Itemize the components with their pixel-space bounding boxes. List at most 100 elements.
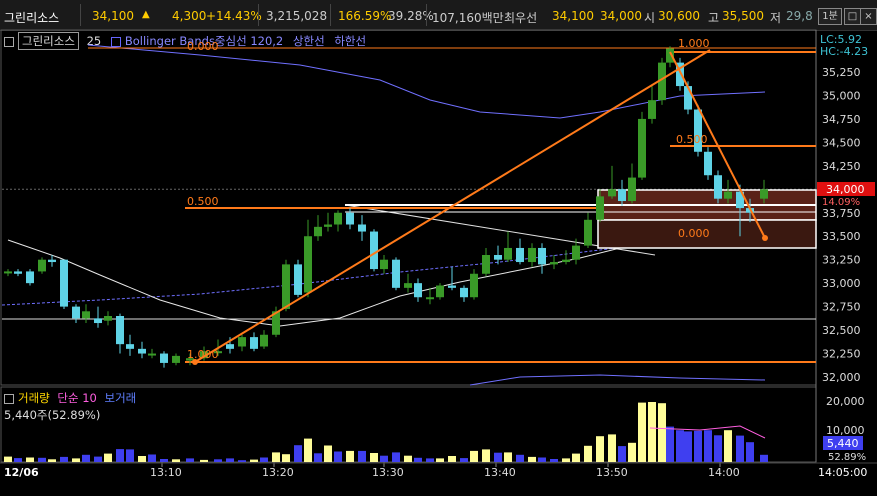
volume-bar xyxy=(470,450,478,462)
volume-bar xyxy=(148,454,156,462)
candle xyxy=(504,247,512,260)
price-tick: 33,250 xyxy=(822,254,861,267)
volume-tick: 10,000 xyxy=(826,424,865,437)
time-axis: 12/06 13:10 13:20 13:30 13:40 13:50 14:00 14:05… xyxy=(0,462,877,479)
volume-bar xyxy=(676,430,684,462)
volume-bar xyxy=(334,451,342,462)
volume-bar xyxy=(82,454,90,462)
time-label: 13:10 xyxy=(150,466,182,479)
volume-bar xyxy=(694,430,702,462)
volume-bar xyxy=(126,449,134,462)
volume-bar xyxy=(160,459,168,462)
candle xyxy=(38,259,46,272)
candle xyxy=(404,283,412,288)
price-tick: 35,000 xyxy=(822,89,861,102)
bb-lower xyxy=(469,374,766,386)
volume-bar xyxy=(380,455,388,462)
fib-level-label: 1.000 xyxy=(187,348,219,361)
candle xyxy=(648,100,656,119)
candle xyxy=(760,189,768,199)
volume-bar xyxy=(346,450,354,462)
volume-bar xyxy=(94,456,102,462)
volume-bar xyxy=(648,402,656,462)
time-label: 13:20 xyxy=(262,466,294,479)
volume-bar xyxy=(250,459,258,462)
time-label: 14:00 xyxy=(708,466,740,479)
volume-label: 거래량 xyxy=(18,391,50,405)
volume-current: 5,440주(52.89%) xyxy=(4,408,101,422)
volume-bar xyxy=(104,453,112,462)
volume-bar xyxy=(618,446,626,462)
candle xyxy=(250,337,258,349)
candle xyxy=(448,285,456,288)
time-label: 13:30 xyxy=(372,466,404,479)
volume-legend: 거래량 단순 10 보거래 5,440주(52.89%) xyxy=(4,390,136,423)
candle xyxy=(314,226,322,237)
candle xyxy=(26,271,34,284)
candle xyxy=(94,318,102,324)
volume-bar xyxy=(538,457,546,462)
candle xyxy=(104,316,112,321)
candle xyxy=(608,189,616,197)
checkbox-icon[interactable] xyxy=(4,393,14,404)
candle xyxy=(370,231,378,270)
price-tick: 33,750 xyxy=(822,207,861,220)
price-tick: 32,500 xyxy=(822,324,861,337)
volume-bar xyxy=(736,435,744,462)
candle xyxy=(684,86,692,110)
volume-bar xyxy=(414,457,422,462)
candle xyxy=(528,247,536,263)
fib-handle xyxy=(762,235,768,241)
candle xyxy=(82,311,90,319)
time-label: 12/06 xyxy=(4,466,39,479)
volume-bar xyxy=(628,442,636,462)
candle xyxy=(4,271,12,274)
fib-level-label: 1.000 xyxy=(678,37,710,50)
candle xyxy=(618,189,626,202)
time-label: 13:40 xyxy=(484,466,516,479)
candle xyxy=(638,118,646,178)
candle xyxy=(260,334,268,347)
volume-bar xyxy=(260,457,268,462)
volume-bar xyxy=(324,445,332,462)
candle xyxy=(48,259,56,263)
candle xyxy=(550,262,558,265)
volume-bar xyxy=(226,458,234,462)
candle xyxy=(358,224,366,232)
volume-bar xyxy=(724,430,732,462)
fib-level-label: 0.000 xyxy=(187,40,219,53)
candle xyxy=(426,297,434,300)
candle xyxy=(160,353,168,363)
volume-bar xyxy=(14,458,22,462)
volume-bar xyxy=(760,454,768,462)
candle xyxy=(392,259,400,288)
candle xyxy=(596,196,604,220)
candle xyxy=(14,271,22,274)
volume-bar xyxy=(426,458,434,462)
volume-bar xyxy=(460,458,468,462)
candle xyxy=(304,236,312,293)
candle xyxy=(460,287,468,298)
volume-bar xyxy=(214,459,222,462)
volume-bar xyxy=(436,458,444,462)
volume-bar xyxy=(562,458,570,462)
volume-bar xyxy=(294,445,302,462)
price-tick: 33,000 xyxy=(822,277,861,290)
volume-bar xyxy=(704,430,712,462)
volume-bar xyxy=(238,460,246,462)
candle xyxy=(324,224,332,227)
volume-bar xyxy=(60,456,68,462)
candle xyxy=(346,212,354,225)
candle xyxy=(572,245,580,260)
volume-bar xyxy=(186,458,194,462)
volume-bar xyxy=(138,456,146,462)
candle xyxy=(436,285,444,298)
price-tick: 34,250 xyxy=(822,160,861,173)
candle xyxy=(724,191,732,199)
candle xyxy=(494,255,502,260)
volume-bar xyxy=(714,435,722,462)
candle xyxy=(538,247,546,265)
current-price-label: 34,000 xyxy=(826,183,865,196)
volume-bar xyxy=(392,452,400,462)
hc-label: HC:-4.23 xyxy=(820,45,868,58)
